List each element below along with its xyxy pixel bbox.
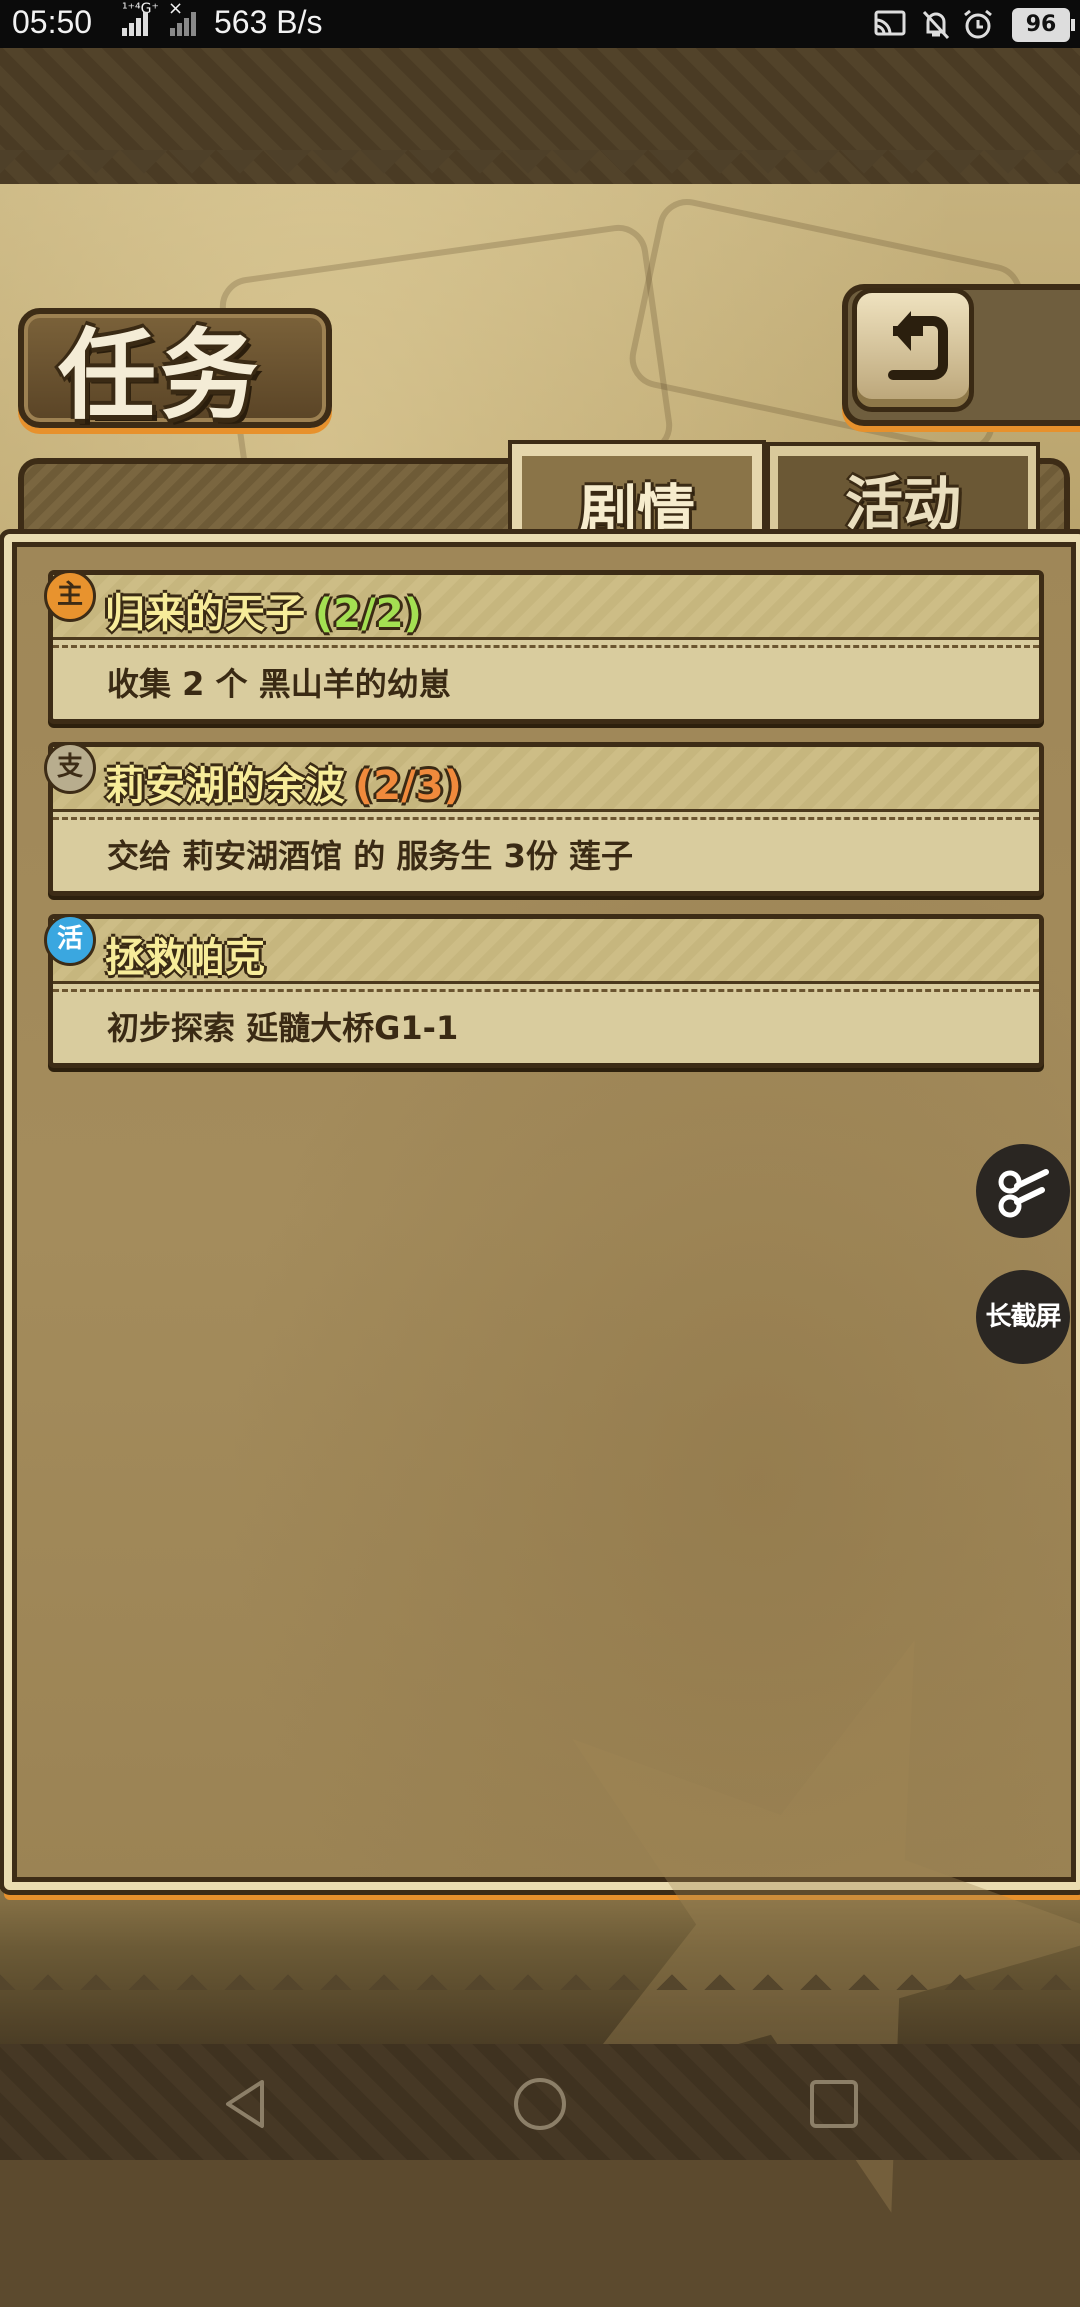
back-triangle-icon[interactable] [218, 2076, 274, 2132]
quest-progress: (2/3) [355, 763, 462, 809]
status-bar: 05:50 ¹⁺⁴G⁺ × 563 B/s 96 [0, 0, 1080, 48]
status-time: 05:50 [12, 4, 93, 40]
quest-divider [53, 817, 1039, 820]
quest-divider [53, 645, 1039, 648]
main-quest-badge: 主 [44, 570, 96, 622]
quest-panel [4, 534, 1080, 1890]
quest-title: 拯救帕克 [105, 935, 265, 981]
quest-description: 初步探索 延髓大桥G1-1 [107, 1009, 459, 1047]
battery-icon: 96 [1012, 8, 1075, 42]
alarm-icon [964, 9, 992, 39]
quest-title: 归来的天子 (2/2) [105, 591, 422, 637]
top-saw-edge [0, 150, 1080, 186]
quest-title: 莉安湖的余波 (2/3) [105, 763, 462, 809]
side-quest-badge: 支 [44, 742, 96, 794]
return-arrow-icon [888, 311, 948, 380]
network-speed: 563 B/s [214, 4, 323, 40]
back-button[interactable] [852, 288, 974, 412]
quest-divider [53, 989, 1039, 992]
scissors-icon [998, 1169, 1049, 1218]
bottom-saw-edge [0, 1950, 1080, 1990]
long-screenshot-button[interactable]: 长截屏 [976, 1270, 1070, 1364]
quest-card-event[interactable]: 拯救帕克 初步探索 延髓大桥G1-1 [48, 914, 1044, 1068]
home-circle-icon[interactable] [512, 2076, 568, 2132]
quest-card-main[interactable]: 归来的天子 (2/2) 收集 2 个 黑山羊的幼崽 [48, 570, 1044, 724]
cast-icon [874, 10, 906, 36]
quest-description: 收集 2 个 黑山羊的幼崽 [107, 665, 451, 703]
signal-bars-2-icon [170, 12, 198, 36]
quest-progress: (2/2) [315, 591, 422, 637]
quest-description: 交给 莉安湖酒馆 的 服务生 3份 莲子 [107, 837, 633, 875]
signal-bars-icon [122, 12, 150, 36]
page-title: 任务 [58, 318, 263, 433]
scissors-button[interactable] [976, 1144, 1070, 1238]
event-quest-badge: 活 [44, 914, 96, 966]
quest-card-side[interactable]: 莉安湖的余波 (2/3) 交给 莉安湖酒馆 的 服务生 3份 莲子 [48, 742, 1044, 896]
recents-square-icon[interactable] [806, 2076, 862, 2132]
bell-muted-icon [922, 10, 950, 40]
